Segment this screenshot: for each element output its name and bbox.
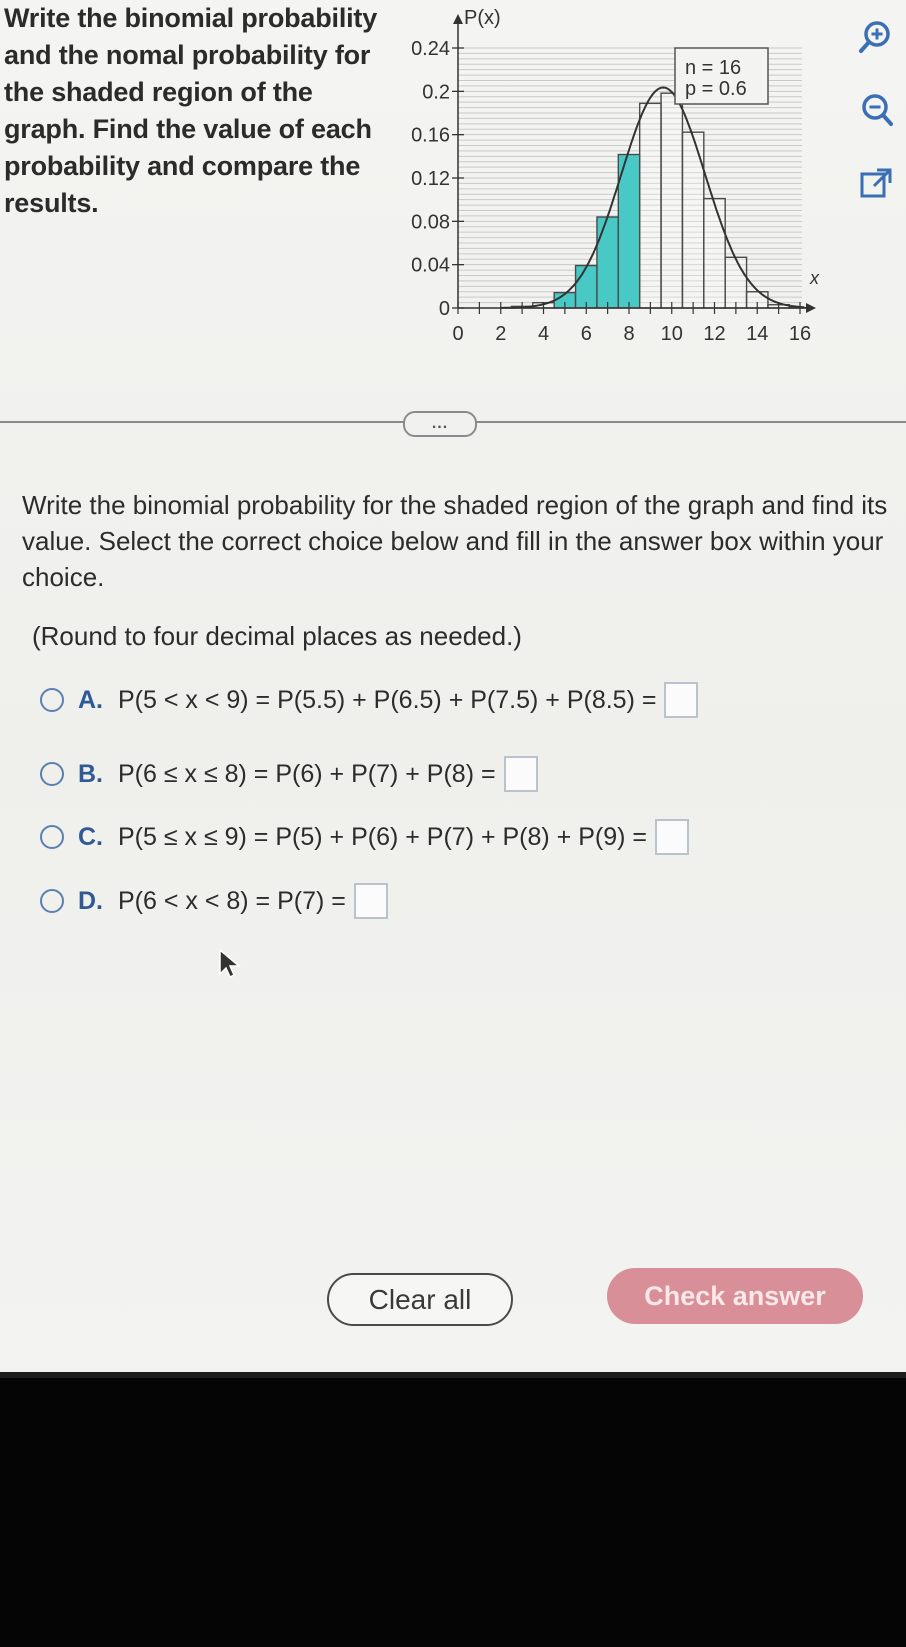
y-tick-label: 0.12 — [411, 168, 450, 190]
y-tick-label: 0.2 — [422, 81, 450, 103]
x-tick-label: 16 — [789, 323, 811, 345]
radio-b[interactable] — [40, 762, 64, 786]
x-tick-label: 14 — [746, 323, 768, 345]
prompt-line: probability and compare the — [4, 151, 361, 181]
shaded-bar — [596, 216, 620, 309]
bar — [638, 102, 662, 309]
y-tick-label: 0.04 — [411, 255, 450, 277]
x-axis-label: x — [809, 268, 820, 288]
radio-c[interactable] — [40, 825, 64, 849]
choice-b[interactable]: B. P(6 ≤ x ≤ 8) = P(6) + P(7) + P(8) = — [40, 754, 538, 794]
answer-box-b[interactable] — [503, 756, 538, 792]
choice-letter: A. — [78, 685, 103, 714]
answer-box-c[interactable] — [655, 819, 690, 855]
bezel-edge — [0, 1372, 906, 1378]
mouse-pointer-icon — [219, 948, 242, 978]
y-tick-label: 0 — [439, 298, 450, 320]
y-tick-label: 0.08 — [411, 211, 450, 233]
prompt-line: and the nomal probability for — [4, 40, 371, 70]
x-axis-arrow — [806, 303, 816, 313]
rounding-note: (Round to four decimal places as needed.… — [32, 621, 522, 651]
choice-letter: D. — [78, 886, 103, 915]
choice-expression: P(6 ≤ x ≤ 8) = P(6) + P(7) + P(8) = — [118, 759, 496, 788]
x-tick-label: 8 — [623, 323, 634, 345]
choice-d[interactable]: D. P(6 < x < 8) = P(7) = — [40, 881, 388, 921]
question-text: Write the binomial probability for the s… — [22, 490, 888, 592]
x-tick-label: 0 — [452, 323, 463, 345]
bar — [724, 256, 748, 309]
screen: Write the binomial probability and the n… — [0, 0, 906, 1372]
clear-all-button[interactable]: Clear all — [327, 1273, 513, 1326]
bar — [703, 197, 726, 309]
pop-out-icon[interactable] — [858, 166, 894, 202]
radio-a[interactable] — [40, 688, 64, 712]
prompt-line: Write the binomial probability — [4, 3, 378, 33]
x-tick-label: 6 — [581, 323, 592, 345]
x-tick-label: 10 — [661, 323, 683, 345]
radio-d[interactable] — [40, 889, 64, 913]
y-axis-label: P(x) — [464, 7, 501, 29]
binomial-chart: P(x) 0.24 0.2 0.16 0.12 0.08 0.04 00 2 4 6 8 10 12 14 1… — [411, 7, 820, 345]
prompt-text: Write the binomial probability and the n… — [4, 0, 399, 222]
legend-text: n = 16 — [685, 57, 741, 79]
x-tick-label: 2 — [495, 323, 506, 345]
device-bezel — [0, 1372, 906, 1647]
choice-expression: P(6 < x < 8) = P(7) = — [118, 886, 346, 915]
x-tick-label: 12 — [703, 323, 725, 345]
check-answer-button[interactable]: Check answer — [607, 1268, 863, 1324]
prompt-line: the shaded region of the — [4, 77, 313, 107]
more-label: ... — [431, 415, 449, 432]
zoom-out-icon[interactable] — [858, 92, 894, 128]
prompt-line: graph. Find the value of each — [4, 114, 372, 144]
y-tick-label: 0.16 — [411, 125, 450, 147]
legend-text: p = 0.6 — [685, 78, 747, 100]
x-tick-label: 4 — [538, 323, 549, 345]
shaded-bar — [574, 264, 598, 309]
choice-expression: P(5 < x < 9) = P(5.5) + P(6.5) + P(7.5) … — [118, 685, 657, 714]
shaded-bar — [617, 153, 641, 309]
choice-letter: C. — [78, 822, 103, 851]
choice-a[interactable]: A. P(5 < x < 9) = P(5.5) + P(6.5) + P(7.… — [40, 680, 699, 720]
prompt-line: results. — [4, 188, 99, 218]
zoom-in-icon[interactable] — [858, 18, 894, 54]
y-axis-arrow — [453, 14, 463, 24]
choice-c[interactable]: C. P(5 ≤ x ≤ 9) = P(5) + P(6) + P(7) + P… — [40, 817, 690, 857]
choice-letter: B. — [78, 759, 103, 788]
answer-box-d[interactable] — [353, 883, 388, 919]
choice-expression: P(5 ≤ x ≤ 9) = P(5) + P(6) + P(7) + P(8)… — [118, 822, 648, 851]
y-tick-label: 0.24 — [411, 38, 450, 60]
answer-box-a[interactable] — [664, 682, 699, 718]
expand-more-button[interactable]: ... — [403, 411, 477, 437]
bar — [660, 92, 684, 309]
chart-toolbar — [858, 18, 898, 240]
